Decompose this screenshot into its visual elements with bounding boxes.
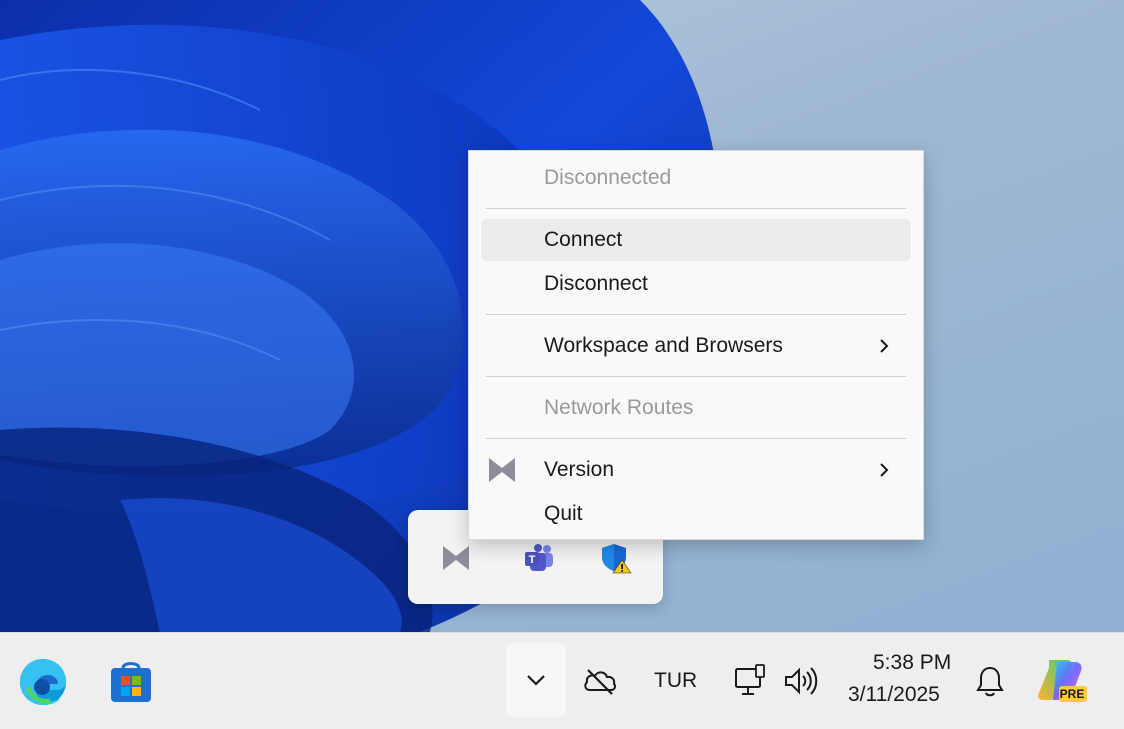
menu-version-label: Version: [544, 458, 615, 481]
menu-item-connect[interactable]: Connect: [481, 219, 911, 261]
copilot-badge: PRE: [1059, 687, 1085, 701]
menu-item-status: Disconnected: [481, 157, 911, 199]
chevron-right-icon: [880, 463, 889, 477]
vpn-context-menu: Disconnected Connect Disconnect Workspac…: [468, 150, 924, 540]
teams-icon[interactable]: T: [521, 540, 557, 576]
notification-bell-icon[interactable]: [970, 661, 1010, 701]
menu-separator: [486, 438, 906, 439]
taskbar: TUR 5:38 PM 3/11/2025 PRE: [0, 632, 1124, 729]
menu-disconnect-label: Disconnect: [544, 272, 648, 295]
menu-separator: [486, 314, 906, 315]
language-indicator[interactable]: TUR: [654, 669, 697, 693]
store-icon[interactable]: [104, 655, 158, 709]
menu-separator: [486, 208, 906, 209]
menu-separator: [486, 376, 906, 377]
clock-date[interactable]: 3/11/2025: [848, 683, 940, 707]
menu-network-routes-label: Network Routes: [544, 396, 694, 419]
menu-connect-label: Connect: [544, 228, 623, 251]
menu-item-version[interactable]: Version: [481, 449, 911, 491]
menu-item-network-routes: Network Routes: [481, 387, 911, 429]
menu-status-label: Disconnected: [544, 166, 672, 189]
menu-item-quit[interactable]: Quit: [481, 493, 911, 535]
chevron-right-icon: [880, 339, 889, 353]
svg-text:T: T: [529, 554, 536, 566]
menu-item-disconnect[interactable]: Disconnect: [481, 263, 911, 305]
clock-time[interactable]: 5:38 PM: [873, 651, 951, 675]
vpn-app-icon: [489, 458, 515, 482]
defender-warning-icon[interactable]: [598, 540, 634, 576]
menu-workspace-label: Workspace and Browsers: [544, 334, 783, 357]
onedrive-offline-icon[interactable]: [580, 663, 620, 699]
show-hidden-icons-button[interactable]: [506, 643, 566, 717]
edge-icon[interactable]: [16, 655, 70, 709]
vpn-app-icon[interactable]: [438, 540, 474, 576]
copilot-icon[interactable]: PRE: [1034, 653, 1090, 709]
chevron-down-icon: [527, 675, 545, 686]
menu-quit-label: Quit: [544, 502, 583, 525]
volume-icon[interactable]: [780, 661, 820, 701]
network-icon[interactable]: [730, 661, 770, 701]
menu-item-workspace[interactable]: Workspace and Browsers: [481, 325, 911, 367]
